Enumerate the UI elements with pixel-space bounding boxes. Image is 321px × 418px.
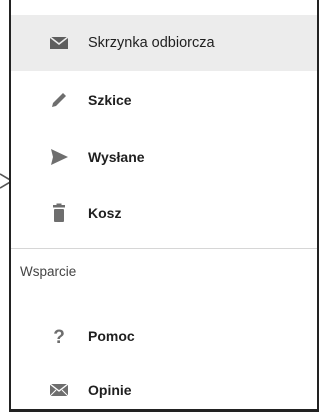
drawer-item-label: Szkice — [88, 92, 132, 108]
inbox-envelope-icon — [47, 31, 71, 55]
drawer-item-label: Skrzynka odbiorcza — [88, 35, 215, 51]
drawer-item-label: Kosz — [88, 205, 122, 221]
drawer-item-help[interactable]: ? Pomoc — [11, 308, 317, 364]
drawer-item-label: Opinie — [88, 382, 132, 398]
drawer-item-trash[interactable]: Kosz — [11, 185, 317, 241]
feedback-envelope-icon — [47, 378, 71, 402]
pencil-icon — [47, 88, 71, 112]
drawer-item-label: Pomoc — [88, 328, 135, 344]
drawer-item-feedback[interactable]: Opinie — [11, 362, 317, 418]
section-header-support: Wsparcie — [20, 264, 77, 279]
section-divider — [11, 248, 317, 249]
screen: Skrzynka odbiorcza Szkice Wysłane Kosz W… — [0, 0, 321, 412]
right-border — [317, 0, 319, 412]
navigation-drawer: Skrzynka odbiorcza Szkice Wysłane Kosz W… — [11, 0, 317, 409]
send-icon — [47, 145, 71, 169]
drawer-item-drafts[interactable]: Szkice — [11, 72, 317, 128]
drawer-item-sent[interactable]: Wysłane — [11, 129, 317, 185]
svg-text:?: ? — [53, 327, 65, 346]
question-mark-icon: ? — [47, 324, 71, 348]
drawer-item-label: Wysłane — [88, 149, 145, 165]
trash-icon — [47, 201, 71, 225]
drawer-item-inbox[interactable]: Skrzynka odbiorcza — [11, 15, 317, 71]
